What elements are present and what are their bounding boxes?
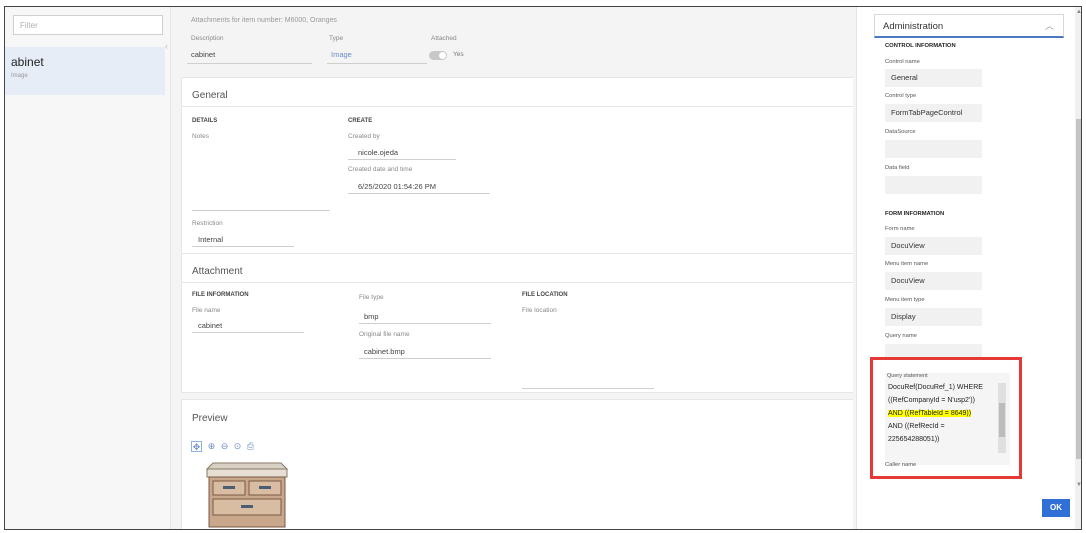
general-divider — [182, 106, 853, 107]
type-label: Type — [329, 35, 344, 42]
file-location-field[interactable] — [522, 388, 654, 389]
filter-input[interactable]: Filter — [13, 15, 163, 35]
window-frame: Filter ‹ abinet Image Attachments for it… — [4, 6, 1082, 530]
query-line-highlighted: AND ((RefTableId = 8649)) — [888, 410, 972, 417]
query-line: ((RefCompanyId = N'usp2')) — [888, 397, 975, 404]
notes-field[interactable] — [192, 210, 330, 211]
chevron-up-icon[interactable]: ︿ — [1045, 19, 1054, 32]
file-location-label: File location — [522, 307, 557, 314]
file-type-underline — [359, 323, 491, 324]
administration-panel: Administration ︿ CONTROL INFORMATION Con… — [856, 7, 1081, 529]
file-name-underline — [192, 332, 304, 333]
file-name-field[interactable]: cabinet — [198, 321, 222, 330]
page-title: Attachments for item number: M6000, Oran… — [191, 17, 337, 24]
original-name-label: Original file name — [359, 331, 410, 338]
attached-label: Attached — [431, 35, 457, 42]
preview-title[interactable]: Preview — [192, 413, 228, 424]
toggle-knob — [439, 52, 446, 59]
scroll-up-icon[interactable]: ▲ — [1076, 9, 1081, 15]
type-field[interactable]: Image — [331, 50, 352, 59]
general-section: General DETAILS Notes CREATE Created by … — [181, 77, 853, 259]
restriction-underline — [192, 246, 294, 247]
created-datetime-underline — [348, 193, 490, 194]
created-datetime-field[interactable]: 6/25/2020 01:54:26 PM — [358, 182, 436, 191]
move-icon[interactable]: ✥ — [191, 441, 202, 452]
administration-header[interactable]: Administration ︿ — [874, 14, 1064, 38]
query-statement-label: Query statement — [887, 373, 928, 379]
attached-toggle[interactable] — [429, 51, 447, 60]
list-item-name: abinet — [11, 55, 44, 69]
query-name-field[interactable] — [885, 344, 982, 358]
attachment-title[interactable]: Attachment — [192, 266, 243, 277]
notes-label: Notes — [192, 133, 209, 140]
menu-item-type-label: Menu item type — [885, 297, 925, 303]
control-info-heading: CONTROL INFORMATION — [885, 43, 956, 49]
control-type-label: Control type — [885, 93, 917, 99]
form-name-field[interactable]: DocuView — [885, 237, 982, 255]
scroll-down-icon[interactable]: ▼ — [1076, 482, 1081, 488]
administration-title: Administration — [883, 21, 944, 32]
created-by-underline — [348, 159, 456, 160]
data-field-label: Data field — [885, 165, 910, 171]
control-type-field[interactable]: FormTabPageControl — [885, 104, 982, 122]
menu-item-name-label: Menu item name — [885, 261, 929, 267]
record-list-pane: Filter ‹ abinet Image — [5, 7, 171, 529]
original-name-underline — [359, 358, 491, 359]
file-info-heading: FILE INFORMATION — [192, 292, 249, 298]
attachment-divider — [182, 282, 853, 283]
file-type-label: File type — [359, 294, 384, 301]
original-name-field[interactable]: cabinet.bmp — [364, 347, 405, 356]
data-field-field[interactable] — [885, 176, 982, 194]
datasource-label: DataSource — [885, 129, 916, 135]
attached-value: Yes — [453, 51, 464, 58]
query-statement-field[interactable]: Query statement DocuRef(DocuRef_1) WHERE… — [885, 373, 1010, 465]
query-line: 225654288051)) — [888, 436, 940, 443]
query-scrollbar-thumb[interactable] — [999, 403, 1005, 437]
file-type-field[interactable]: bmp — [364, 312, 379, 321]
restriction-label: Restriction — [192, 220, 223, 227]
pane-collapse-icon[interactable]: ‹ — [165, 41, 168, 51]
created-by-field[interactable]: nicole.ojeda — [358, 148, 398, 157]
query-line: AND ((RefRecId = — [888, 423, 945, 430]
datasource-field[interactable] — [885, 140, 982, 158]
form-info-heading: FORM INFORMATION — [885, 211, 945, 217]
description-label: Description — [191, 35, 224, 42]
list-item[interactable]: abinet Image — [5, 47, 165, 95]
description-underline — [187, 63, 312, 64]
caller-name-label: Caller name — [885, 462, 917, 468]
ok-button[interactable]: OK — [1042, 499, 1070, 517]
attachment-section: Attachment FILE INFORMATION File name ca… — [181, 253, 853, 393]
zoom-in-icon[interactable]: ⊕ — [206, 441, 217, 452]
create-heading: CREATE — [348, 118, 373, 124]
control-name-field[interactable]: General — [885, 69, 982, 87]
query-line: DocuRef(DocuRef_1) WHERE — [888, 384, 983, 391]
query-name-label: Query name — [885, 333, 917, 339]
file-name-label: File name — [192, 307, 221, 314]
attachment-details: Attachments for item number: M6000, Oran… — [171, 7, 853, 529]
zoom-out-icon[interactable]: ⊖ — [219, 441, 230, 452]
type-underline — [327, 63, 427, 64]
created-by-label: Created by — [348, 133, 380, 140]
general-title[interactable]: General — [192, 90, 228, 101]
details-heading: DETAILS — [192, 118, 218, 124]
list-item-type: Image — [11, 73, 28, 79]
menu-item-type-field[interactable]: Display — [885, 308, 982, 326]
file-location-heading: FILE LOCATION — [522, 292, 568, 298]
control-name-label: Control name — [885, 59, 920, 65]
form-name-label: Form name — [885, 226, 915, 232]
description-field[interactable]: cabinet — [191, 50, 215, 59]
zoom-fit-icon[interactable]: ⊙ — [232, 441, 243, 452]
cabinet-image — [205, 462, 289, 528]
menu-item-name-field[interactable]: DocuView — [885, 272, 982, 290]
restriction-field[interactable]: Internal — [198, 235, 223, 244]
panel-scrollbar-thumb[interactable] — [1076, 119, 1081, 459]
print-icon[interactable]: ⎙ — [245, 441, 256, 452]
created-datetime-label: Created date and time — [348, 166, 413, 173]
